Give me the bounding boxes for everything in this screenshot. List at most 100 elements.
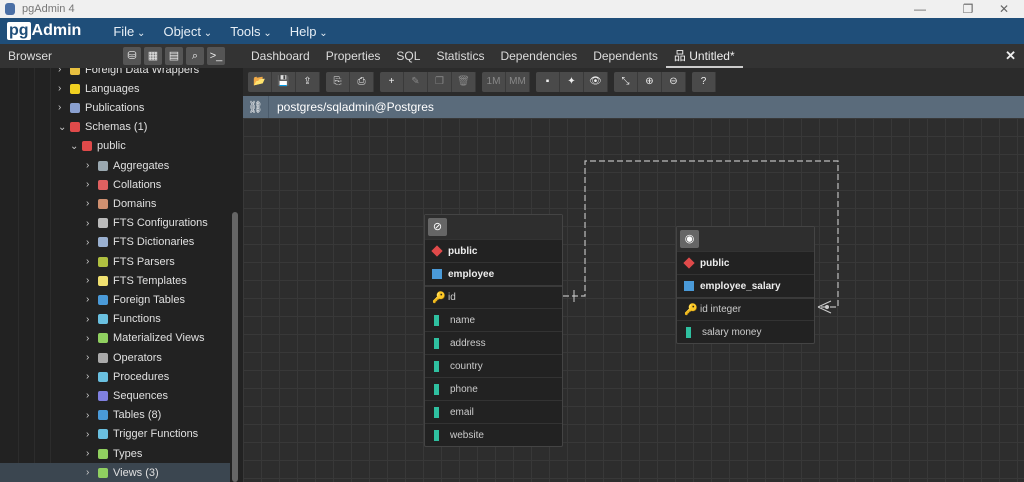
tree-node[interactable]: › Foreign Tables (86, 290, 185, 309)
chevron-down-icon[interactable]: ⌄ (70, 141, 82, 152)
erd-canvas[interactable]: ⊘ public employee 🔑 id name address country phon… (243, 118, 1024, 482)
toolbar-button[interactable]: MM (506, 72, 530, 92)
erd-table-employee-salary[interactable]: ◉ public employee_salary 🔑 id integer salary … (676, 226, 815, 344)
tree-node[interactable]: › Aggregates (86, 156, 169, 175)
toolbar-button[interactable]: 👁 (584, 72, 608, 92)
relationship-link[interactable] (243, 118, 1024, 482)
tree-node[interactable]: › FTS Templates (86, 271, 187, 290)
tab-statistics[interactable]: Statistics (428, 44, 492, 68)
column-row[interactable]: name (425, 308, 562, 331)
tree-node[interactable]: › Materialized Views (86, 329, 205, 348)
tree-node[interactable]: › FTS Configurations (86, 214, 208, 233)
tab-dashboard[interactable]: Dashboard (243, 44, 318, 68)
tree-node[interactable]: ⌄ public (70, 137, 126, 156)
eye-slash-icon[interactable]: ⊘ (428, 218, 447, 236)
menu-help[interactable]: Help ⌄ (290, 24, 328, 39)
column-row[interactable]: phone (425, 377, 562, 400)
erd-table-employee[interactable]: ⊘ public employee 🔑 id name address country phon… (424, 214, 563, 447)
toolbar-button[interactable]: ❐ (428, 72, 452, 92)
menu-tools[interactable]: Tools ⌄ (230, 24, 272, 39)
tab-untitled[interactable]: 品 Untitled* (665, 44, 743, 68)
tab-sql[interactable]: SQL (388, 44, 428, 68)
close-window-button[interactable]: ✕ (984, 0, 1024, 18)
tree-node[interactable]: › Sequences (86, 386, 168, 405)
chevron-right-icon[interactable]: › (86, 429, 98, 440)
tab-dependencies[interactable]: Dependencies (492, 44, 585, 68)
chevron-right-icon[interactable]: › (86, 314, 98, 325)
minimize-button[interactable]: — (900, 0, 940, 18)
tree-node[interactable]: › Procedures (86, 367, 169, 386)
query-tool-button[interactable]: ⛁ (123, 47, 141, 65)
tree-node[interactable]: › Tables (8) (86, 406, 161, 425)
chevron-right-icon[interactable]: › (86, 294, 98, 305)
chevron-right-icon[interactable]: › (86, 448, 98, 459)
toolbar-button[interactable]: 🗑 (452, 72, 476, 92)
toolbar-button[interactable]: ✦ (560, 72, 584, 92)
chevron-right-icon[interactable]: › (58, 102, 70, 113)
view-data-button[interactable]: ▦ (144, 47, 162, 65)
chevron-right-icon[interactable]: › (86, 198, 98, 209)
chevron-right-icon[interactable]: › (58, 83, 70, 94)
toolbar-button[interactable]: 📂 (248, 72, 272, 92)
chevron-right-icon[interactable]: › (86, 160, 98, 171)
tree-node[interactable]: › Trigger Functions (86, 425, 198, 444)
menu-object[interactable]: Object ⌄ (163, 24, 212, 39)
column-row[interactable]: website (425, 423, 562, 446)
psql-tool-button[interactable]: >_ (207, 47, 225, 65)
tab-dependents[interactable]: Dependents (585, 44, 666, 68)
toolbar-button[interactable]: 💾 (272, 72, 296, 92)
toolbar-button[interactable]: ⎙ (350, 72, 374, 92)
toolbar-button[interactable]: ⊕ (638, 72, 662, 92)
tree-node[interactable]: ⌄ Schemas (1) (58, 118, 147, 137)
tree-node[interactable]: › Languages (58, 79, 139, 98)
chevron-right-icon[interactable]: › (86, 237, 98, 248)
toolbar-button[interactable]: ⎘ (326, 72, 350, 92)
tree-scrollbar[interactable] (232, 212, 238, 482)
chevron-right-icon[interactable]: › (58, 68, 70, 75)
tree-node[interactable]: › Domains (86, 194, 156, 213)
table-name: employee (448, 268, 495, 280)
toolbar-button[interactable]: ✎ (404, 72, 428, 92)
eye-icon[interactable]: ◉ (680, 230, 699, 248)
toolbar-button[interactable]: ⊖ (662, 72, 686, 92)
chevron-right-icon[interactable]: › (86, 371, 98, 382)
tree-node[interactable]: › Functions (86, 310, 161, 329)
tree-node[interactable]: › FTS Parsers (86, 252, 175, 271)
connection-status-icon[interactable]: ⛓ (243, 96, 269, 118)
tree-node[interactable]: › Views (3) (0, 463, 230, 482)
column-row[interactable]: 🔑 id integer (677, 297, 814, 320)
column-row[interactable]: country (425, 354, 562, 377)
chevron-right-icon[interactable]: › (86, 179, 98, 190)
tree-node[interactable]: › Types (86, 444, 142, 463)
chevron-down-icon[interactable]: ⌄ (58, 122, 70, 133)
column-row[interactable]: 🔑 id (425, 285, 562, 308)
tree-node[interactable]: › Operators (86, 348, 162, 367)
toolbar-button[interactable]: ▪ (536, 72, 560, 92)
chevron-right-icon[interactable]: › (86, 256, 98, 267)
tree-node[interactable]: › Publications (58, 98, 144, 117)
chevron-right-icon[interactable]: › (86, 333, 98, 344)
column-row[interactable]: email (425, 400, 562, 423)
chevron-right-icon[interactable]: › (86, 218, 98, 229)
chevron-right-icon[interactable]: › (86, 275, 98, 286)
toolbar-button[interactable]: ⤡ (614, 72, 638, 92)
tree-node[interactable]: › FTS Dictionaries (86, 233, 194, 252)
tree-node[interactable]: › Collations (86, 175, 161, 194)
toolbar-button[interactable]: + (380, 72, 404, 92)
tree-node[interactable]: › Foreign Data Wrappers (58, 68, 199, 79)
column-row[interactable]: address (425, 331, 562, 354)
toolbar-button[interactable]: ? (692, 72, 716, 92)
search-button[interactable]: ⌕ (186, 47, 204, 65)
column-row[interactable]: salary money (677, 320, 814, 343)
toolbar-button[interactable]: 1M (482, 72, 506, 92)
close-tab-button[interactable]: ✕ (1005, 48, 1016, 64)
chevron-right-icon[interactable]: › (86, 410, 98, 421)
chevron-right-icon[interactable]: › (86, 390, 98, 401)
tab-properties[interactable]: Properties (318, 44, 389, 68)
chevron-right-icon[interactable]: › (86, 352, 98, 363)
filter-rows-button[interactable]: ▤ (165, 47, 183, 65)
toolbar-button[interactable]: ⇪ (296, 72, 320, 92)
menu-file[interactable]: File ⌄ (113, 24, 145, 39)
chevron-right-icon[interactable]: › (86, 467, 98, 478)
restore-button[interactable]: ❐ (948, 0, 988, 18)
